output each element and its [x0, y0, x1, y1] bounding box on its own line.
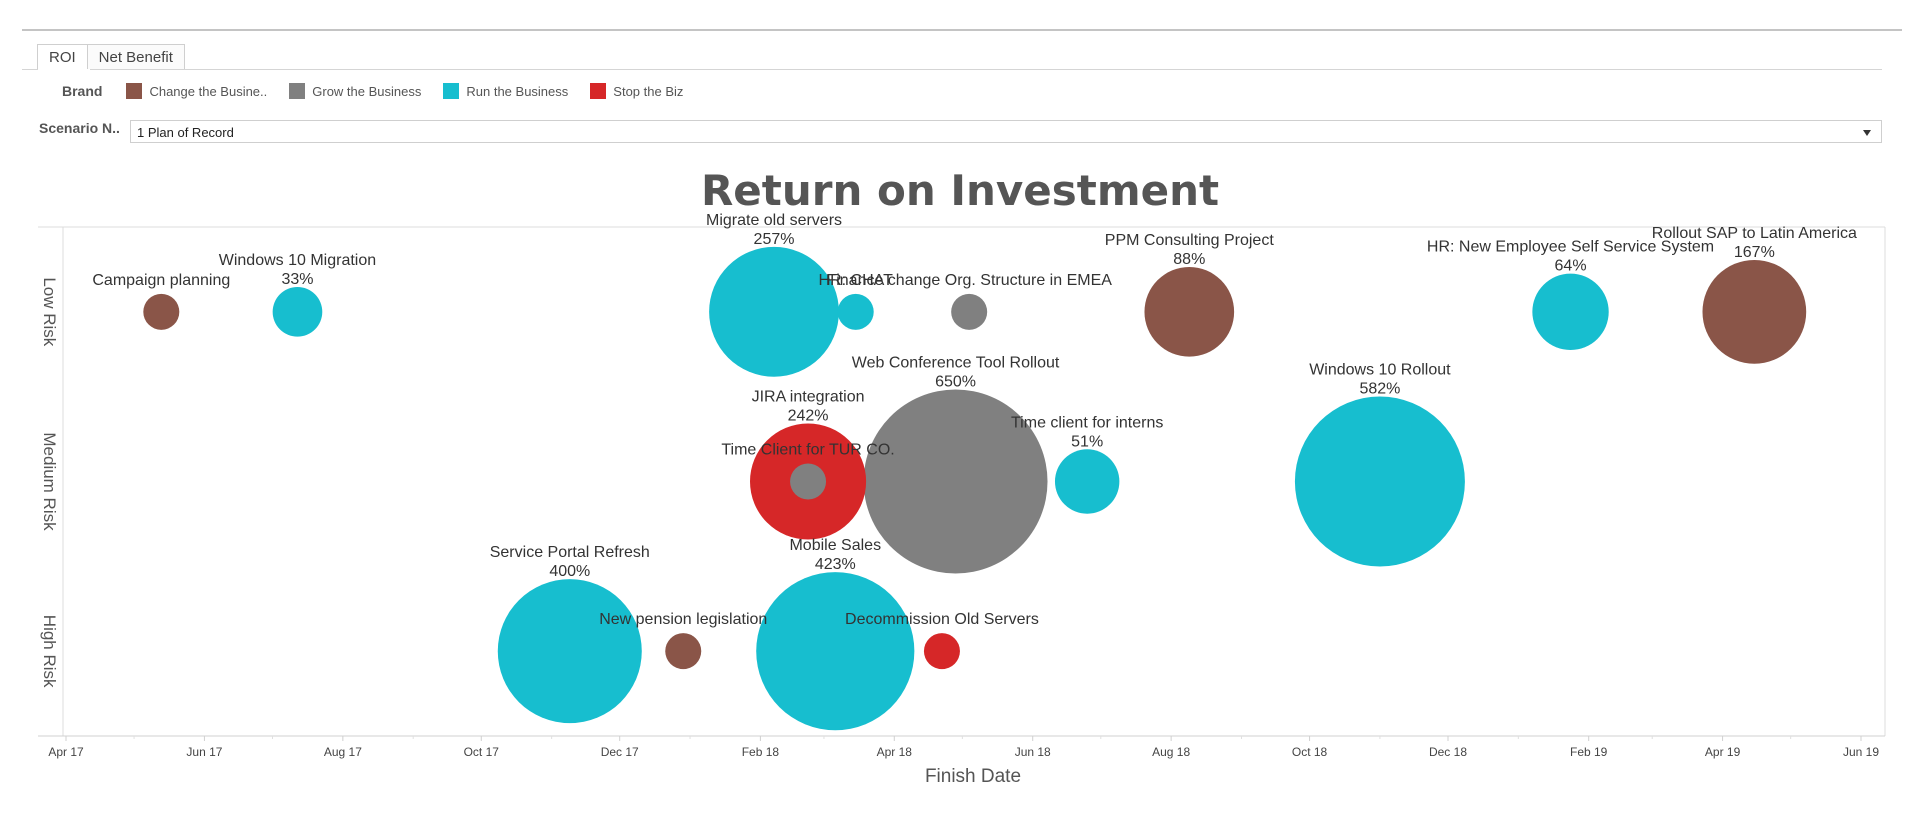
x-tick-label: Oct 18	[1292, 745, 1328, 759]
x-tick-label: Apr 17	[48, 745, 84, 759]
bubble-label: Windows 10 Rollout	[1309, 361, 1451, 378]
x-tick-label: Feb 19	[1570, 745, 1608, 759]
bubble-label: Migrate old servers	[706, 212, 842, 229]
bubble-label: Campaign planning	[92, 272, 230, 289]
bubble-label: Mobile Sales	[789, 537, 881, 554]
x-tick-label: Dec 17	[601, 745, 639, 759]
bubble[interactable]	[1144, 267, 1235, 357]
bubble[interactable]	[790, 463, 827, 500]
x-tick-label: Jun 19	[1843, 745, 1879, 759]
bubble-roi-label: 423%	[815, 556, 856, 573]
bubble-roi-label: 167%	[1734, 244, 1775, 261]
y-category-label: Low Risk	[40, 277, 59, 346]
bubble[interactable]	[143, 293, 180, 330]
bubble-label: Web Conference Tool Rollout	[852, 355, 1060, 372]
bubble[interactable]	[923, 633, 960, 670]
x-tick-label: Jun 17	[186, 745, 222, 759]
bubble[interactable]	[1054, 449, 1120, 514]
bubble-roi-label: 33%	[281, 271, 313, 288]
bubble[interactable]	[837, 293, 874, 330]
bubble-label: Time Client for TUR CO.	[721, 442, 894, 459]
bubble-label: Time client for interns	[1011, 414, 1163, 431]
bubble[interactable]	[756, 572, 915, 731]
bubble-roi-label: 257%	[754, 231, 795, 248]
x-tick-label: Aug 17	[324, 745, 362, 759]
x-tick-label: Oct 17	[464, 745, 500, 759]
bubble[interactable]	[1532, 273, 1609, 351]
bubble-label: Windows 10 Migration	[219, 252, 376, 269]
bubble[interactable]	[272, 287, 323, 337]
x-tick-label: Apr 18	[877, 745, 913, 759]
bubble-label: JIRA integration	[752, 388, 865, 405]
bubble-roi-label: 650%	[935, 374, 976, 391]
x-tick-label: Feb 18	[742, 745, 780, 759]
bubble[interactable]	[951, 293, 988, 330]
bubble-label: Service Portal Refresh	[490, 544, 650, 561]
bubble-label: PPM Consulting Project	[1105, 232, 1275, 249]
bubble[interactable]	[709, 246, 839, 377]
bubble[interactable]	[1294, 396, 1465, 567]
bubble-roi-label: 582%	[1359, 380, 1400, 397]
x-tick-label: Aug 18	[1152, 745, 1190, 759]
x-axis-title: Finish Date	[925, 766, 1021, 787]
bubble-label: Finance change Org. Structure in EMEA	[826, 272, 1112, 289]
bubble[interactable]	[1702, 259, 1807, 364]
bubble-label: New pension legislation	[599, 611, 767, 628]
bubble-chart: Low Risk Medium Risk High Risk Apr 17 Jun 1…	[38, 212, 1886, 787]
bubble-roi-label: 400%	[549, 563, 590, 580]
x-tick-label: Dec 18	[1429, 745, 1467, 759]
bubble-roi-label: 64%	[1555, 258, 1587, 275]
bubble-label: Decommission Old Servers	[845, 611, 1039, 628]
x-tick-label: Jun 18	[1015, 745, 1051, 759]
bubble-roi-label: 242%	[788, 407, 829, 424]
bubble[interactable]	[665, 633, 702, 670]
bubble-roi-label: 51%	[1071, 433, 1103, 450]
y-category-label: Medium Risk	[40, 432, 59, 531]
bubble-label: Rollout SAP to Latin America	[1652, 225, 1857, 242]
y-category-label: High Risk	[40, 615, 59, 688]
bubble-roi-label: 88%	[1173, 251, 1205, 268]
x-tick-label: Apr 19	[1705, 745, 1741, 759]
bubble[interactable]	[497, 579, 642, 724]
